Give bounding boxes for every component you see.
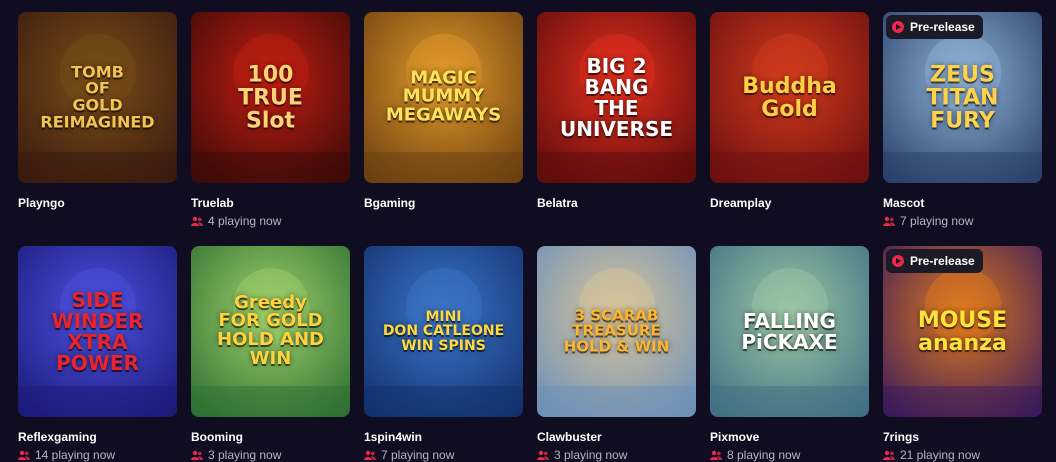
players-count-label: 21 playing now (900, 448, 981, 462)
players-count-label: 4 playing now (208, 214, 282, 228)
game-logo: MINI DON CATLEONE WIN SPINS (382, 308, 505, 354)
game-thumbnail[interactable]: TOMB OF GOLD REIMAGINED (18, 12, 177, 183)
players-count: 21 playing now (883, 448, 1042, 462)
badge-label: Pre-release (910, 20, 975, 34)
provider-name[interactable]: Truelab (191, 196, 350, 210)
game-card[interactable]: MOUSE ananza Pre-release 7rings 21 playing … (883, 246, 1042, 462)
game-card[interactable]: ZEUS TITAN FURY Pre-release Mascot 7 playin… (883, 12, 1042, 228)
players-count: 3 playing now (537, 448, 696, 462)
users-icon (191, 216, 203, 226)
game-logo: 100 TRUE Slot (238, 61, 303, 134)
game-thumbnail[interactable]: SIDE WINDER XTRA POWER (18, 246, 177, 417)
provider-name[interactable]: Reflexgaming (18, 430, 177, 444)
provider-name[interactable]: Mascot (883, 196, 1042, 210)
players-count-label: 7 playing now (900, 214, 974, 228)
pre-release-badge: Pre-release (886, 15, 983, 39)
game-card[interactable]: Greedy FOR GOLD HOLD AND WIN Booming 3 pla… (191, 246, 350, 462)
players-count-label: 7 playing now (381, 448, 455, 462)
game-logo: SIDE WINDER XTRA POWER (51, 287, 144, 375)
game-logo: MAGIC MUMMY MEGAWAYS (385, 67, 502, 126)
game-logo: ZEUS TITAN FURY (926, 61, 999, 134)
provider-name[interactable]: Pixmove (710, 430, 869, 444)
users-icon (883, 216, 895, 226)
game-card[interactable]: MAGIC MUMMY MEGAWAYS Bgaming (364, 12, 523, 228)
players-count: 7 playing now (883, 214, 1042, 228)
provider-name[interactable]: Belatra (537, 196, 696, 210)
players-count-label: 14 playing now (35, 448, 116, 462)
players-count: 8 playing now (710, 448, 869, 462)
players-count-label: 3 playing now (208, 448, 282, 462)
pre-release-badge: Pre-release (886, 249, 983, 273)
play-icon (892, 255, 904, 267)
game-thumbnail[interactable]: BIG 2 BANG THE UNIVERSE (537, 12, 696, 183)
game-card[interactable]: MINI DON CATLEONE WIN SPINS 1spin4win 7 pl… (364, 246, 523, 462)
badge-label: Pre-release (910, 254, 975, 268)
provider-name[interactable]: Bgaming (364, 196, 523, 210)
game-logo: Greedy FOR GOLD HOLD AND WIN (217, 291, 324, 370)
game-card[interactable]: 3 SCARAB TREASURE HOLD & WIN Clawbuster 3 … (537, 246, 696, 462)
users-icon (364, 450, 376, 460)
game-card[interactable]: Buddha Gold Dreamplay (710, 12, 869, 228)
game-logo: Buddha Gold (742, 73, 837, 122)
game-thumbnail[interactable]: MAGIC MUMMY MEGAWAYS (364, 12, 523, 183)
play-icon (892, 21, 904, 33)
game-card[interactable]: FALLING PiCKAXE Pixmove 8 playing now (710, 246, 869, 462)
game-thumbnail[interactable]: FALLING PiCKAXE (710, 246, 869, 417)
game-card[interactable]: SIDE WINDER XTRA POWER Reflexgaming 14 pla… (18, 246, 177, 462)
players-count: 4 playing now (191, 214, 350, 228)
users-icon (191, 450, 203, 460)
game-thumbnail[interactable]: Buddha Gold (710, 12, 869, 183)
game-thumbnail[interactable]: 100 TRUE Slot (191, 12, 350, 183)
provider-name[interactable]: Booming (191, 430, 350, 444)
game-card[interactable]: TOMB OF GOLD REIMAGINED Playngo (18, 12, 177, 228)
provider-name[interactable]: Clawbuster (537, 430, 696, 444)
provider-name[interactable]: Dreamplay (710, 196, 869, 210)
users-icon (883, 450, 895, 460)
game-logo: MOUSE ananza (917, 307, 1008, 356)
game-logo: 3 SCARAB TREASURE HOLD & WIN (563, 305, 670, 356)
game-thumbnail[interactable]: MINI DON CATLEONE WIN SPINS (364, 246, 523, 417)
game-grid: TOMB OF GOLD REIMAGINED Playngo 100 TRUE S… (18, 12, 1042, 462)
game-thumbnail[interactable]: Greedy FOR GOLD HOLD AND WIN (191, 246, 350, 417)
users-icon (18, 450, 30, 460)
game-logo: FALLING PiCKAXE (741, 308, 838, 354)
provider-name[interactable]: 1spin4win (364, 430, 523, 444)
game-thumbnail[interactable]: 3 SCARAB TREASURE HOLD & WIN (537, 246, 696, 417)
game-logo: BIG 2 BANG THE UNIVERSE (559, 53, 674, 141)
game-thumbnail[interactable]: ZEUS TITAN FURY Pre-release (883, 12, 1042, 183)
game-thumbnail[interactable]: MOUSE ananza Pre-release (883, 246, 1042, 417)
players-count-label: 8 playing now (727, 448, 801, 462)
users-icon (537, 450, 549, 460)
players-count: 7 playing now (364, 448, 523, 462)
provider-name[interactable]: Playngo (18, 196, 177, 210)
game-card[interactable]: 100 TRUE Slot Truelab 4 playing now (191, 12, 350, 228)
players-count: 14 playing now (18, 448, 177, 462)
players-count-label: 3 playing now (554, 448, 628, 462)
game-logo: TOMB OF GOLD REIMAGINED (40, 61, 155, 132)
game-card[interactable]: BIG 2 BANG THE UNIVERSE Belatra (537, 12, 696, 228)
players-count: 3 playing now (191, 448, 350, 462)
users-icon (710, 450, 722, 460)
provider-name[interactable]: 7rings (883, 430, 1042, 444)
